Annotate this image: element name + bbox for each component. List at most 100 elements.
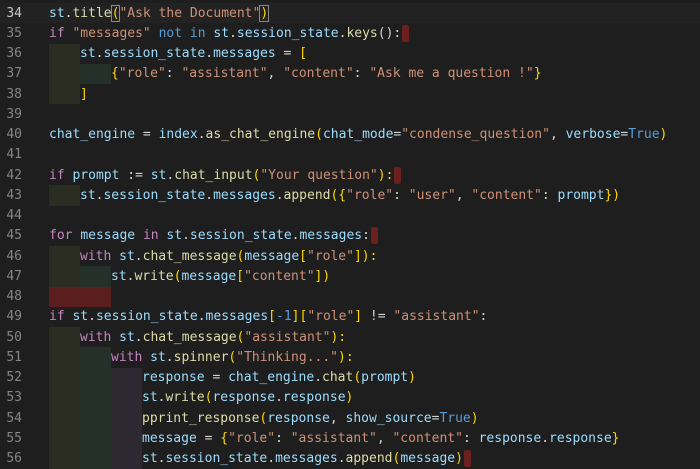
code-token: session_state bbox=[95, 309, 198, 325]
code-token: : bbox=[462, 430, 479, 446]
code-token: if bbox=[49, 309, 65, 325]
code-token: [ bbox=[299, 248, 307, 264]
trailing-whitespace-marker bbox=[402, 24, 410, 42]
code-line[interactable]: 46 with st. chat_message(message["role"]): bbox=[0, 246, 700, 267]
code-token: "assistant" bbox=[181, 66, 268, 82]
code-line[interactable]: 51 with st. spinner("Thinking..."): bbox=[0, 347, 700, 368]
code-token: chat_input bbox=[174, 167, 253, 183]
code-token: ( bbox=[392, 451, 401, 467]
code-line[interactable]: 36st. session_state. messages = [ bbox=[0, 43, 700, 64]
code-token: st bbox=[150, 349, 166, 365]
trailing-whitespace-marker bbox=[463, 450, 471, 468]
code-token: ( bbox=[259, 410, 268, 426]
line-number: 53 bbox=[6, 390, 22, 406]
code-token: ) bbox=[455, 451, 463, 467]
code-token: } bbox=[533, 66, 542, 82]
code-line[interactable]: 42 if prompt := st. chat_input("Your quest… bbox=[0, 165, 700, 185]
code-token: response bbox=[549, 430, 612, 446]
line-number: 42 bbox=[6, 167, 22, 183]
code-token: ({ bbox=[330, 187, 347, 203]
code-line[interactable]: 50 with st. chat_message("assistant"): bbox=[0, 327, 700, 348]
code-token: message bbox=[142, 430, 197, 446]
code-token: . bbox=[165, 349, 174, 365]
code-text: st. write(response. response) bbox=[142, 388, 353, 408]
code-text: chat_engine = index. as_chat_engine(chat_… bbox=[49, 125, 667, 145]
code-token: ): bbox=[361, 248, 378, 264]
code-line[interactable]: 53 st. write(response. response) bbox=[0, 387, 700, 408]
indent-guide bbox=[49, 266, 80, 287]
code-token: { bbox=[111, 66, 119, 82]
line-number: 37 bbox=[6, 66, 22, 82]
code-token: "role" bbox=[307, 309, 355, 325]
code-line[interactable]: 35 if "messages" not in st. session_state.… bbox=[0, 23, 700, 43]
code-token: response bbox=[478, 430, 542, 446]
code-line[interactable]: 41 bbox=[0, 145, 700, 165]
code-token: session_state bbox=[236, 25, 339, 41]
line-number: 48 bbox=[6, 289, 22, 305]
code-token: in bbox=[142, 228, 159, 244]
code-token: "user" bbox=[408, 187, 456, 203]
line-number: 36 bbox=[6, 46, 22, 62]
line-number: 38 bbox=[6, 86, 22, 102]
code-token: title bbox=[72, 5, 112, 21]
code-editor[interactable]: 34st. title("Ask the Document") 35 if "mess… bbox=[0, 0, 700, 469]
code-token: st bbox=[213, 25, 230, 41]
code-token: show_source bbox=[345, 410, 432, 426]
code-line[interactable]: 48 bbox=[0, 286, 700, 307]
code-line[interactable]: 38] bbox=[0, 84, 700, 105]
code-line[interactable]: 37 {"role": "assistant", "content": "Ask … bbox=[0, 63, 700, 84]
code-text: with st. chat_message("assistant"): bbox=[80, 327, 346, 347]
indent-guide bbox=[49, 84, 80, 105]
code-token: message bbox=[80, 228, 136, 244]
code-token: : bbox=[362, 228, 370, 244]
code-token: prompt bbox=[72, 167, 120, 183]
code-line[interactable]: 40 chat_engine = index. as_chat_engine(cha… bbox=[0, 125, 700, 145]
code-line[interactable]: 49 if st. session_state. messages[-1]["role… bbox=[0, 307, 700, 327]
code-token: chat bbox=[322, 370, 354, 386]
code-text: with st. spinner("Thinking..."): bbox=[111, 347, 354, 367]
code-line[interactable]: 34 st. title("Ask the Document") bbox=[0, 3, 700, 24]
indent-guide bbox=[49, 347, 80, 368]
whitespace-error-highlight bbox=[49, 286, 111, 307]
code-token: . bbox=[95, 46, 104, 62]
code-token: ( bbox=[110, 4, 121, 22]
code-token: ( bbox=[353, 370, 362, 386]
code-token: "assistant" bbox=[290, 430, 377, 446]
code-text: for message in st. session_state. messages… bbox=[49, 226, 378, 246]
code-token: st bbox=[142, 451, 158, 467]
code-token: . bbox=[205, 46, 214, 62]
code-token: . bbox=[88, 309, 96, 325]
code-token: = bbox=[135, 127, 159, 143]
code-token: [ bbox=[299, 46, 307, 62]
code-line[interactable]: 55 message = {"role": "assistant", "conte… bbox=[0, 428, 700, 449]
code-token: response bbox=[267, 410, 330, 426]
code-token: = bbox=[196, 430, 221, 446]
code-token: messages bbox=[213, 187, 276, 203]
code-token: pprint_response bbox=[142, 410, 260, 426]
code-token: , bbox=[267, 66, 284, 82]
code-line[interactable]: 39 bbox=[0, 104, 700, 124]
code-line[interactable]: 47 st. write(message["content"]) bbox=[0, 266, 700, 287]
code-line[interactable]: 44 bbox=[0, 206, 700, 226]
code-token: . bbox=[166, 167, 175, 183]
code-token: = bbox=[275, 46, 300, 62]
line-number: 46 bbox=[6, 248, 22, 264]
code-token: . bbox=[126, 268, 135, 284]
code-line[interactable]: 45 for message in st. session_state. messag… bbox=[0, 226, 700, 246]
indent-guide bbox=[111, 367, 142, 388]
code-token: "Thinking..." bbox=[236, 349, 338, 365]
code-text: message = {"role": "assistant", "content… bbox=[142, 428, 620, 448]
code-line[interactable]: 52 response = chat_engine. chat(prompt) bbox=[0, 367, 700, 388]
code-token: . bbox=[64, 5, 73, 21]
code-token: index bbox=[158, 127, 198, 143]
code-line[interactable]: 43st. session_state. messages. append({"rol… bbox=[0, 185, 700, 206]
code-token: } bbox=[611, 430, 620, 446]
code-token: st bbox=[80, 187, 96, 203]
line-number: 34 bbox=[6, 5, 22, 21]
code-token: . bbox=[197, 127, 206, 143]
code-line[interactable]: 54 pprint_response(response, show_source =… bbox=[0, 408, 700, 429]
code-token: . bbox=[182, 228, 190, 244]
code-token: st bbox=[49, 5, 65, 21]
